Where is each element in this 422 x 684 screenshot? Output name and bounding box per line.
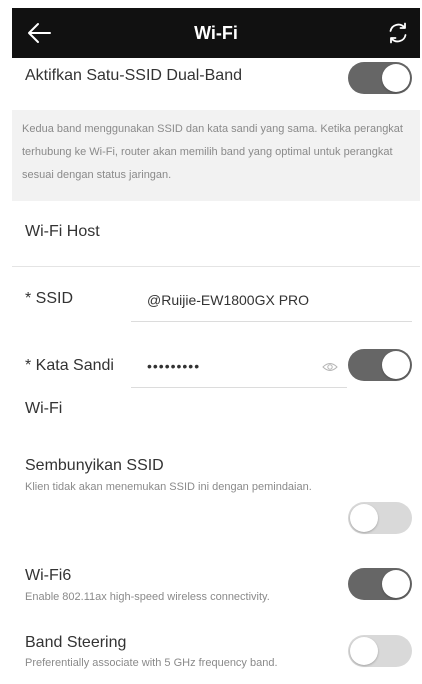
toggle-knob xyxy=(350,504,378,532)
dual-band-label: Aktifkan Satu-SSID Dual-Band xyxy=(25,67,242,84)
wifi6-toggle[interactable] xyxy=(348,568,412,600)
page-title: Wi-Fi xyxy=(194,23,238,43)
ssid-label: * SSID xyxy=(25,290,74,307)
ssid-input[interactable]: @Ruijie-EW1800GX PRO xyxy=(131,282,412,322)
wifi6-label: Wi-Fi6 xyxy=(25,567,72,584)
toggle-knob xyxy=(382,570,410,598)
hide-ssid-label: Sembunyikan SSID xyxy=(25,457,164,474)
hide-ssid-description: Klien tidak akan menemukan SSID ini deng… xyxy=(25,481,312,493)
app-header: Wi-Fi xyxy=(12,8,420,58)
section-title-wifi-host: Wi-Fi Host xyxy=(25,223,100,240)
eye-icon[interactable] xyxy=(322,361,338,373)
password-label: * Kata Sandi xyxy=(25,357,114,374)
toggle-knob xyxy=(350,637,378,665)
band-steering-label: Band Steering xyxy=(25,634,127,651)
divider xyxy=(12,266,420,267)
password-wifi-label: Wi-Fi xyxy=(25,400,63,417)
password-wifi-toggle[interactable] xyxy=(348,349,412,381)
dual-band-toggle[interactable] xyxy=(348,62,412,94)
password-input[interactable]: ••••••••• xyxy=(131,348,347,388)
wifi6-description: Enable 802.11ax high-speed wireless conn… xyxy=(25,591,270,603)
band-steering-toggle[interactable] xyxy=(348,635,412,667)
dual-band-description: Kedua band menggunakan SSID dan kata san… xyxy=(12,110,420,201)
band-steering-description: Preferentially associate with 5 GHz freq… xyxy=(25,657,278,669)
hide-ssid-toggle[interactable] xyxy=(348,502,412,534)
refresh-icon[interactable] xyxy=(386,21,410,45)
toggle-knob xyxy=(382,351,410,379)
toggle-knob xyxy=(382,64,410,92)
